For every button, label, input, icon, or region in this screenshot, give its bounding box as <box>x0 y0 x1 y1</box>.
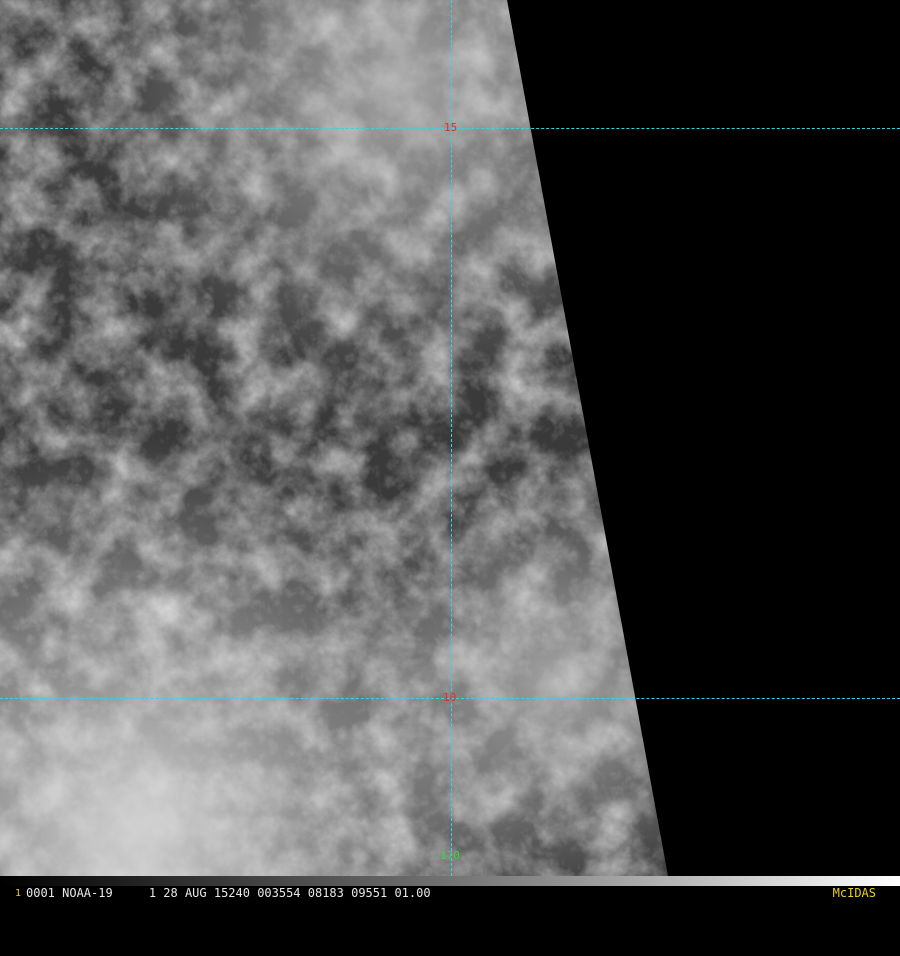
status-text-row: 1 0001 NOAA-19 1 28 AUG 15240 003554 081… <box>0 886 900 900</box>
latitude-label-15: 15 <box>444 121 458 134</box>
satellite-image: 15 10 170 <box>0 0 900 876</box>
longitude-label-170: 170 <box>440 849 460 862</box>
image-metadata-text: 0001 NOAA-19 1 28 AUG 15240 003554 08183… <box>26 886 431 900</box>
latitude-label-10: 10 <box>443 691 457 704</box>
frame-number: 1 <box>15 888 22 899</box>
status-bar: 1 0001 NOAA-19 1 28 AUG 15240 003554 081… <box>0 876 900 900</box>
grayscale-calibration-bar <box>0 876 900 886</box>
mcidas-logo: McIDAS <box>832 886 876 900</box>
